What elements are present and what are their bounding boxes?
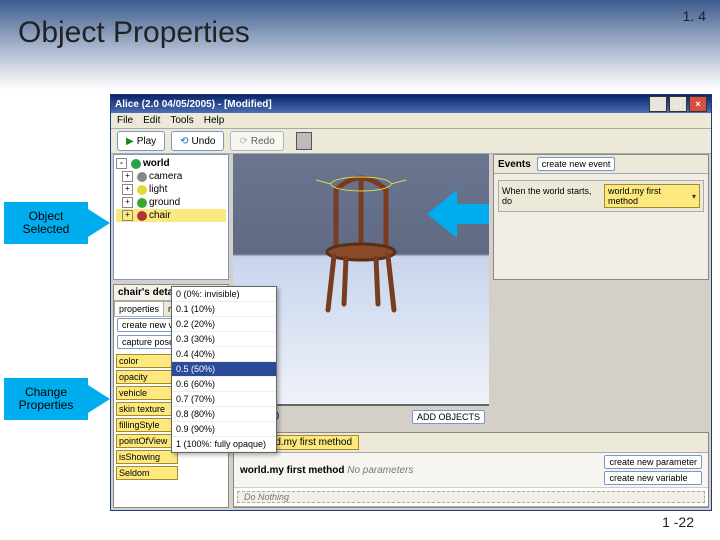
menu-bar: File Edit Tools Help	[111, 113, 711, 129]
tool-bar: ▶Play ⟲Undo ⟳Redo	[111, 129, 711, 154]
opacity-option[interactable]: 0.2 (20%)	[172, 317, 276, 332]
event-row[interactable]: When the world starts, do world.my first…	[498, 180, 704, 212]
undo-button[interactable]: ⟲Undo	[171, 131, 224, 151]
control-tile-bar: Do in order Do together If/Else Loop Whi…	[234, 506, 708, 508]
title-bar[interactable]: Alice (2.0 04/05/2005) - [Modified] _ □ …	[111, 95, 711, 113]
slide-corner-number: 1. 4	[683, 8, 706, 24]
opacity-option[interactable]: 0.6 (60%)	[172, 377, 276, 392]
method-signature: world.my first method No parameters	[240, 465, 413, 476]
create-new-event-button[interactable]: create new event	[537, 157, 616, 171]
menu-tools[interactable]: Tools	[170, 115, 193, 126]
method-editor: world.my first method world.my first met…	[233, 432, 709, 508]
app-window: Alice (2.0 04/05/2005) - [Modified] _ □ …	[110, 94, 712, 511]
slide-title: Object Properties	[18, 16, 250, 50]
opacity-option[interactable]: 0.8 (80%)	[172, 407, 276, 422]
tree-chair[interactable]: +chair	[116, 209, 226, 222]
event-target-tile[interactable]: world.my first method▾	[604, 184, 700, 208]
opacity-option[interactable]: 1 (100%: fully opaque)	[172, 437, 276, 452]
minimize-button[interactable]: _	[649, 96, 667, 112]
event-text: When the world starts, do	[502, 186, 600, 206]
tab-properties[interactable]: properties	[114, 301, 164, 316]
opacity-option[interactable]: 0.4 (40%)	[172, 347, 276, 362]
close-button[interactable]: ×	[689, 96, 707, 112]
slide-footer-number: 1 -22	[662, 514, 694, 530]
opacity-option[interactable]: 0.1 (10%)	[172, 302, 276, 317]
menu-help[interactable]: Help	[204, 115, 225, 126]
method-drop-zone[interactable]: Do Nothing	[237, 491, 705, 503]
tree-world[interactable]: -world	[116, 157, 226, 170]
redo-button[interactable]: ⟳Redo	[230, 131, 283, 151]
tree-ground[interactable]: +ground	[116, 196, 226, 209]
maximize-button[interactable]: □	[669, 96, 687, 112]
menu-edit[interactable]: Edit	[143, 115, 160, 126]
events-panel: Events create new event When the world s…	[493, 154, 709, 280]
object-tree[interactable]: -world +camera +light +ground +chair	[113, 154, 229, 280]
menu-file[interactable]: File	[117, 115, 133, 126]
opacity-option[interactable]: 0.5 (50%)	[172, 362, 276, 377]
callout-arrow	[427, 190, 489, 238]
opacity-option[interactable]: 0.7 (70%)	[172, 392, 276, 407]
create-new-variable-button-2[interactable]: create new variable	[604, 471, 702, 485]
opacity-option[interactable]: 0 (0%: invisible)	[172, 287, 276, 302]
opacity-menu[interactable]: 0 (0%: invisible) 0.1 (10%) 0.2 (20%) 0.…	[171, 286, 277, 453]
opacity-option[interactable]: 0.9 (90%)	[172, 422, 276, 437]
callout-object-selected: Object Selected	[4, 202, 88, 244]
trash-icon[interactable]	[296, 132, 312, 150]
create-new-parameter-button[interactable]: create new parameter	[604, 455, 702, 469]
tree-camera[interactable]: +camera	[116, 170, 226, 183]
events-label: Events	[498, 159, 531, 170]
play-button[interactable]: ▶Play	[117, 131, 165, 151]
prop-seldom[interactable]: Seldom	[116, 465, 226, 481]
callout-change-properties: Change Properties	[4, 378, 88, 420]
capture-pose-button[interactable]: capture pose	[117, 335, 179, 349]
app-title: Alice (2.0 04/05/2005) - [Modified]	[115, 99, 272, 110]
tree-light[interactable]: +light	[116, 183, 226, 196]
opacity-option[interactable]: 0.3 (30%)	[172, 332, 276, 347]
